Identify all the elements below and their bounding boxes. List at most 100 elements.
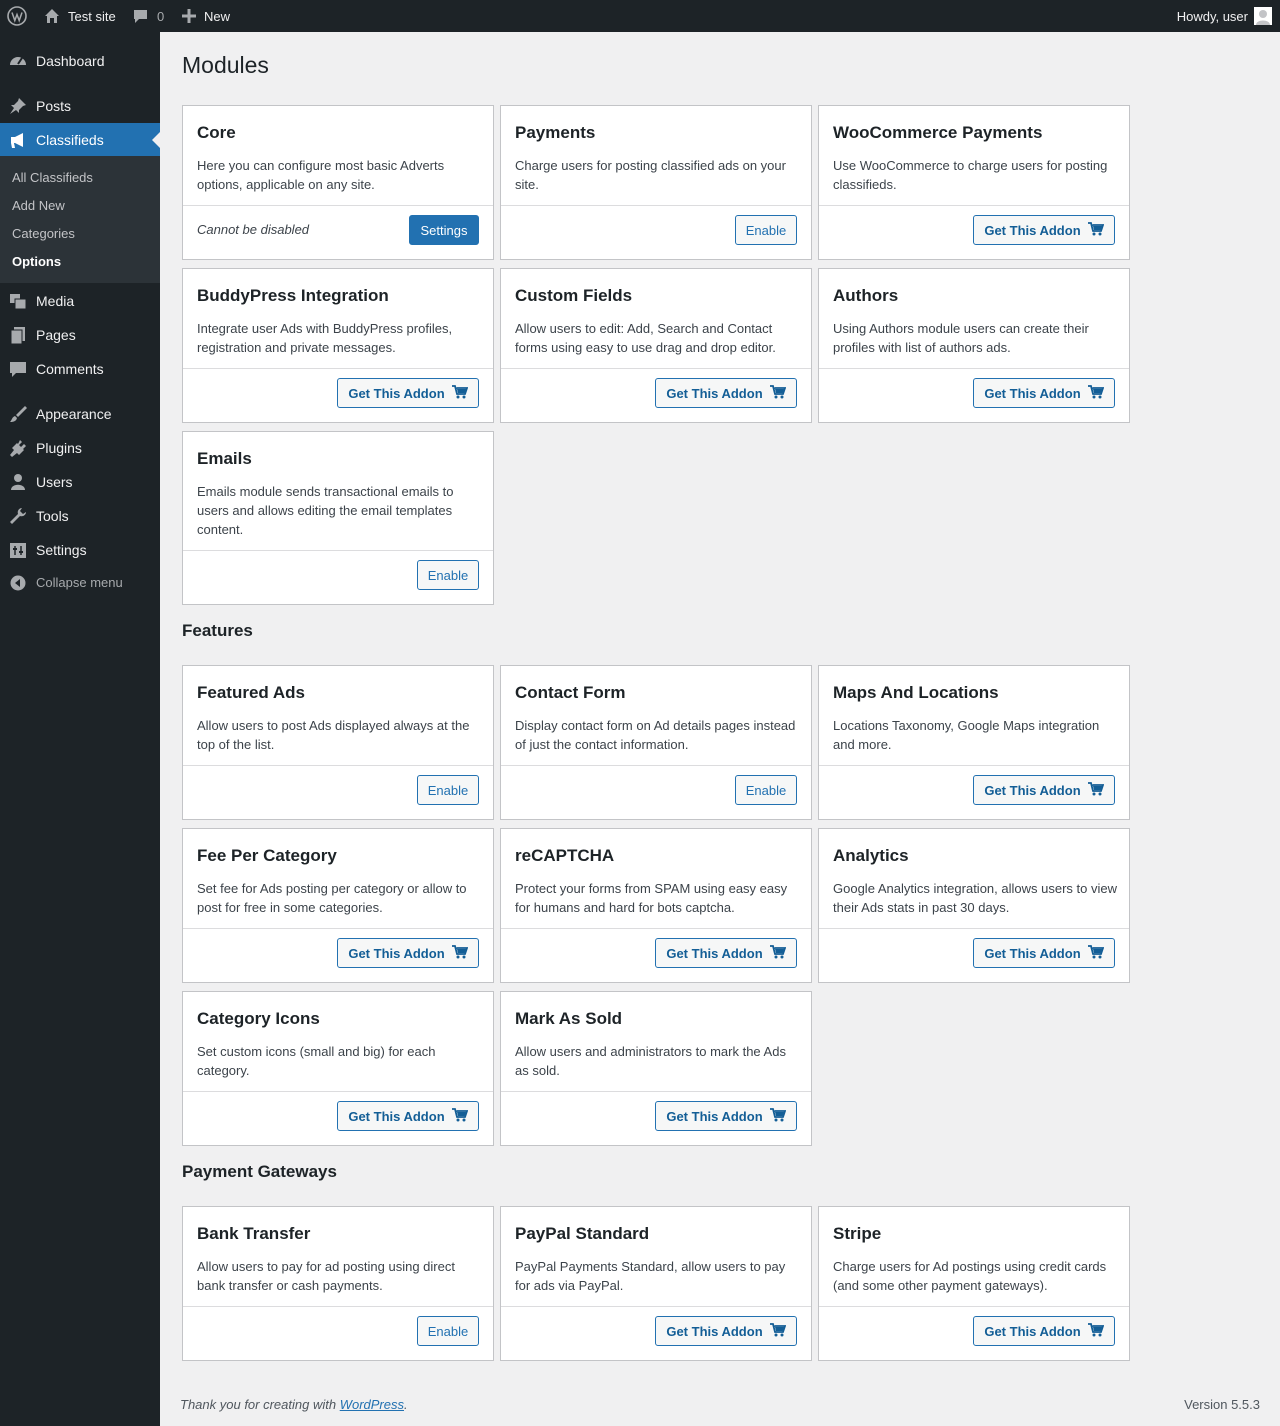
submenu-options[interactable]: Options bbox=[12, 254, 61, 269]
card-title: Custom Fields bbox=[515, 286, 633, 305]
menu-item-settings[interactable]: Settings bbox=[0, 533, 160, 567]
get-addon-button[interactable]: Get This Addon bbox=[337, 938, 479, 968]
button-label: Get This Addon bbox=[984, 385, 1081, 401]
submenu-add-new[interactable]: Add New bbox=[12, 198, 65, 213]
brush-icon bbox=[8, 404, 28, 424]
card-footer: Get This Addon bbox=[501, 1091, 811, 1145]
gateway-card-stripe: Stripe Charge users for Ad postings usin… bbox=[818, 1206, 1130, 1361]
enable-button[interactable]: Enable bbox=[735, 215, 797, 245]
comments-link[interactable]: 0 bbox=[133, 0, 164, 32]
get-addon-button[interactable]: Get This Addon bbox=[973, 1316, 1115, 1346]
wordpress-logo-icon[interactable] bbox=[7, 0, 27, 32]
footer-thankyou: Thank you for creating with WordPress. bbox=[180, 1397, 408, 1412]
cart-icon bbox=[1081, 384, 1104, 402]
new-label: New bbox=[204, 8, 231, 24]
card-title: reCAPTCHA bbox=[515, 846, 615, 865]
avatar bbox=[1254, 7, 1272, 25]
card-title: Maps And Locations bbox=[833, 683, 999, 702]
enable-button[interactable]: Enable bbox=[735, 775, 797, 805]
feature-card-maps-locations: Maps And Locations Locations Taxonomy, G… bbox=[818, 665, 1130, 820]
card-footer: Get This Addon bbox=[501, 1306, 811, 1360]
comment-icon bbox=[8, 359, 28, 379]
get-addon-button[interactable]: Get This Addon bbox=[337, 1101, 479, 1131]
button-label: Get This Addon bbox=[984, 945, 1081, 961]
new-content-link[interactable]: New bbox=[182, 0, 230, 32]
menu-item-posts[interactable]: Posts bbox=[0, 89, 160, 123]
card-footer: Enable bbox=[501, 205, 811, 259]
get-addon-button[interactable]: Get This Addon bbox=[655, 1101, 797, 1131]
get-addon-button[interactable]: Get This Addon bbox=[973, 775, 1115, 805]
menu-label: Comments bbox=[36, 361, 104, 377]
get-addon-button[interactable]: Get This Addon bbox=[973, 215, 1115, 245]
menu-label: Dashboard bbox=[36, 53, 105, 69]
pin-icon bbox=[8, 96, 28, 116]
get-addon-button[interactable]: Get This Addon bbox=[973, 938, 1115, 968]
menu-label: Plugins bbox=[36, 440, 82, 456]
card-title: Contact Form bbox=[515, 683, 626, 702]
get-addon-button[interactable]: Get This Addon bbox=[973, 378, 1115, 408]
card-description: Set fee for Ads posting per category or … bbox=[197, 881, 467, 915]
comments-count: 0 bbox=[157, 8, 165, 24]
enable-button[interactable]: Enable bbox=[417, 560, 479, 590]
menu-item-media[interactable]: Media bbox=[0, 284, 160, 318]
submenu-categories[interactable]: Categories bbox=[12, 226, 75, 241]
collapse-arrow-icon bbox=[10, 575, 26, 594]
card-description: Here you can configure most basic Advert… bbox=[197, 158, 445, 192]
admin-sidebar: Dashboard Posts Classifieds All Classifi… bbox=[0, 32, 160, 1426]
menu-item-pages[interactable]: Pages bbox=[0, 318, 160, 352]
footer-period: . bbox=[404, 1397, 408, 1412]
card-footer: Get This Addon bbox=[501, 368, 811, 422]
cart-icon bbox=[445, 944, 468, 962]
menu-item-users[interactable]: Users bbox=[0, 465, 160, 499]
pages-icon bbox=[8, 325, 28, 345]
collapse-label: Collapse menu bbox=[36, 575, 123, 590]
card-description: Integrate user Ads with BuddyPress profi… bbox=[197, 321, 453, 355]
button-label: Get This Addon bbox=[348, 1108, 445, 1124]
plug-icon bbox=[8, 438, 28, 458]
card-footer: Enable bbox=[501, 765, 811, 819]
collapse-menu-button[interactable]: Collapse menu bbox=[0, 572, 160, 592]
card-footer: Get This Addon bbox=[819, 1306, 1129, 1360]
module-card-custom-fields: Custom Fields Allow users to edit: Add, … bbox=[500, 268, 812, 423]
cart-icon bbox=[1081, 1322, 1104, 1340]
menu-item-plugins[interactable]: Plugins bbox=[0, 431, 160, 465]
settings-button[interactable]: Settings bbox=[409, 215, 479, 245]
section-heading-payment-gateways: Payment Gateways bbox=[182, 1162, 337, 1181]
classifieds-submenu: All Classifieds Add New Categories Optio… bbox=[0, 156, 160, 283]
enable-button[interactable]: Enable bbox=[417, 775, 479, 805]
menu-item-dashboard[interactable]: Dashboard bbox=[0, 44, 160, 78]
menu-label: Users bbox=[36, 474, 73, 490]
my-account-link[interactable]: Howdy, user bbox=[1177, 0, 1272, 32]
site-name: Test site bbox=[68, 8, 116, 24]
feature-card-contact-form: Contact Form Display contact form on Ad … bbox=[500, 665, 812, 820]
gateway-card-bank-transfer: Bank Transfer Allow users to pay for ad … bbox=[182, 1206, 494, 1361]
get-addon-button[interactable]: Get This Addon bbox=[655, 938, 797, 968]
get-addon-button[interactable]: Get This Addon bbox=[655, 378, 797, 408]
button-label: Get This Addon bbox=[348, 945, 445, 961]
card-title: Mark As Sold bbox=[515, 1009, 623, 1028]
enable-button[interactable]: Enable bbox=[417, 1316, 479, 1346]
menu-label: Settings bbox=[36, 542, 87, 558]
dashboard-icon bbox=[8, 51, 28, 71]
wordpress-link[interactable]: WordPress bbox=[340, 1397, 404, 1412]
get-addon-button[interactable]: Get This Addon bbox=[655, 1316, 797, 1346]
footer-version: Version 5.5.3 bbox=[1184, 1397, 1260, 1412]
module-card-payments: Payments Charge users for posting classi… bbox=[500, 105, 812, 260]
menu-item-tools[interactable]: Tools bbox=[0, 499, 160, 533]
card-description: Set custom icons (small and big) for eac… bbox=[197, 1044, 436, 1078]
get-addon-button[interactable]: Get This Addon bbox=[337, 378, 479, 408]
button-label: Get This Addon bbox=[666, 1108, 763, 1124]
settings-icon bbox=[8, 540, 28, 560]
section-heading-features: Features bbox=[182, 621, 253, 640]
plus-icon bbox=[182, 9, 196, 23]
card-title: Featured Ads bbox=[197, 683, 306, 702]
submenu-all-classifieds[interactable]: All Classifieds bbox=[12, 170, 93, 185]
wrench-icon bbox=[8, 506, 28, 526]
menu-item-classifieds[interactable]: Classifieds bbox=[0, 123, 160, 157]
menu-item-comments[interactable]: Comments bbox=[0, 352, 160, 386]
module-card-buddypress: BuddyPress Integration Integrate user Ad… bbox=[182, 268, 494, 423]
menu-item-appearance[interactable]: Appearance bbox=[0, 397, 160, 431]
cannot-disable-note: Cannot be disabled bbox=[197, 222, 310, 237]
site-name-link[interactable]: Test site bbox=[44, 0, 116, 32]
card-footer: Get This Addon bbox=[183, 928, 493, 982]
